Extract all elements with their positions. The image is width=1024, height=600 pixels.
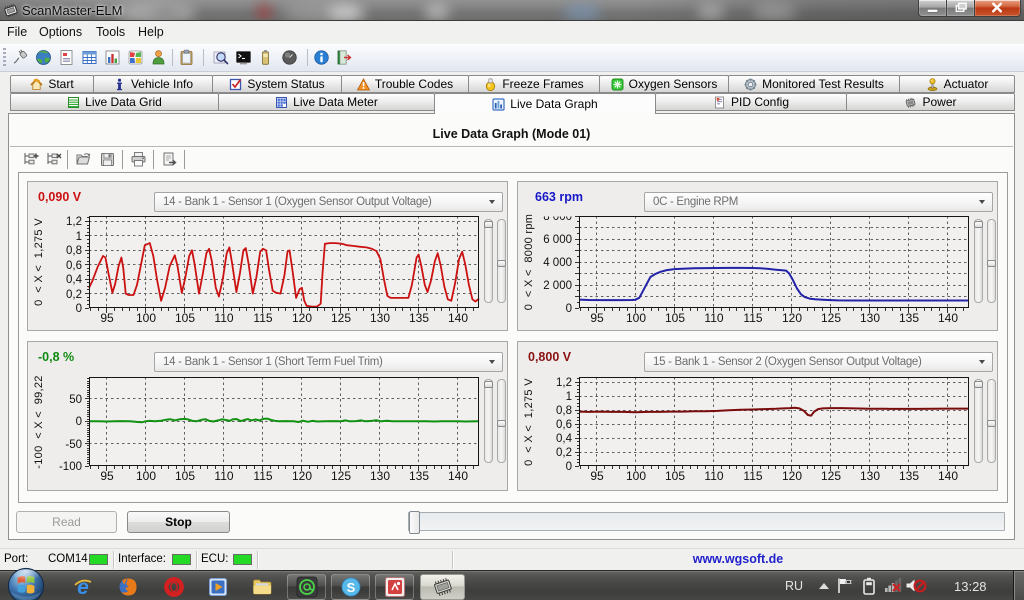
svg-text:1,2: 1,2: [556, 377, 572, 389]
svg-text:-50: -50: [65, 439, 82, 451]
svg-text:100: 100: [136, 311, 156, 325]
svg-text:125: 125: [331, 469, 351, 483]
svg-text:125: 125: [331, 311, 351, 325]
svg-text:0: 0: [566, 303, 572, 315]
svg-text:120: 120: [782, 469, 802, 483]
svg-text:0,6: 0,6: [556, 419, 572, 431]
svg-text:95: 95: [590, 311, 604, 325]
svg-text:135: 135: [409, 469, 429, 483]
svg-text:0: 0: [76, 303, 82, 315]
svg-text:8 000: 8 000: [543, 211, 572, 223]
svg-text:135: 135: [899, 469, 919, 483]
svg-text:105: 105: [175, 311, 195, 325]
svg-text:2 000: 2 000: [543, 280, 572, 292]
svg-text:95: 95: [590, 469, 604, 483]
svg-text:105: 105: [665, 469, 685, 483]
svg-text:135: 135: [899, 311, 919, 325]
svg-text:130: 130: [370, 311, 390, 325]
svg-text:1: 1: [76, 231, 82, 243]
svg-text:4 000: 4 000: [543, 257, 572, 269]
svg-text:110: 110: [214, 311, 233, 325]
svg-text:140: 140: [938, 311, 958, 325]
svg-text:95: 95: [100, 469, 114, 483]
svg-text:125: 125: [821, 311, 841, 325]
svg-text:6 000: 6 000: [543, 234, 572, 246]
svg-text:0,4: 0,4: [556, 433, 573, 445]
svg-text:120: 120: [782, 311, 802, 325]
svg-text:100: 100: [626, 469, 646, 483]
svg-text:115: 115: [253, 311, 272, 325]
svg-text:120: 120: [292, 311, 312, 325]
svg-text:50: 50: [69, 394, 82, 406]
svg-text:130: 130: [860, 311, 880, 325]
svg-text:0: 0: [566, 461, 572, 473]
svg-text:140: 140: [448, 311, 468, 325]
svg-text:0,6: 0,6: [66, 260, 82, 272]
svg-text:0,8: 0,8: [66, 245, 82, 257]
svg-text:e: e: [77, 577, 89, 598]
svg-text:110: 110: [704, 311, 723, 325]
svg-text:100: 100: [136, 469, 156, 483]
svg-text:130: 130: [860, 469, 880, 483]
svg-text:115: 115: [253, 469, 272, 483]
svg-text:-100 < X < 99,22: -100 < X < 99,22: [33, 375, 45, 468]
svg-text:115: 115: [743, 469, 762, 483]
svg-text:0,4: 0,4: [66, 274, 83, 286]
svg-text:105: 105: [665, 311, 685, 325]
svg-text:125: 125: [821, 469, 841, 483]
svg-text:115: 115: [743, 311, 762, 325]
svg-text:120: 120: [292, 469, 312, 483]
svg-text:-100: -100: [59, 461, 82, 473]
svg-text:0 < X < 1,275 V: 0 < X < 1,275 V: [523, 378, 535, 466]
svg-text:110: 110: [214, 469, 233, 483]
svg-text:130: 130: [370, 469, 390, 483]
svg-text:140: 140: [938, 469, 958, 483]
svg-text:0 < X < 8000 rpm: 0 < X < 8000 rpm: [523, 214, 535, 311]
svg-text:S: S: [346, 580, 355, 595]
svg-text:1,2: 1,2: [66, 216, 82, 228]
svg-text:1: 1: [566, 391, 572, 403]
svg-text:105: 105: [175, 469, 195, 483]
svg-text:0: 0: [76, 416, 82, 428]
svg-text:0 < X < 1,275 V: 0 < X < 1,275 V: [33, 218, 45, 306]
svg-text:100: 100: [626, 311, 646, 325]
svg-text:140: 140: [448, 469, 468, 483]
svg-text:0,2: 0,2: [556, 447, 572, 459]
svg-text:135: 135: [409, 311, 429, 325]
svg-text:110: 110: [704, 469, 723, 483]
svg-text:0,2: 0,2: [66, 289, 82, 301]
svg-text:95: 95: [100, 311, 114, 325]
svg-text:0,8: 0,8: [556, 405, 572, 417]
